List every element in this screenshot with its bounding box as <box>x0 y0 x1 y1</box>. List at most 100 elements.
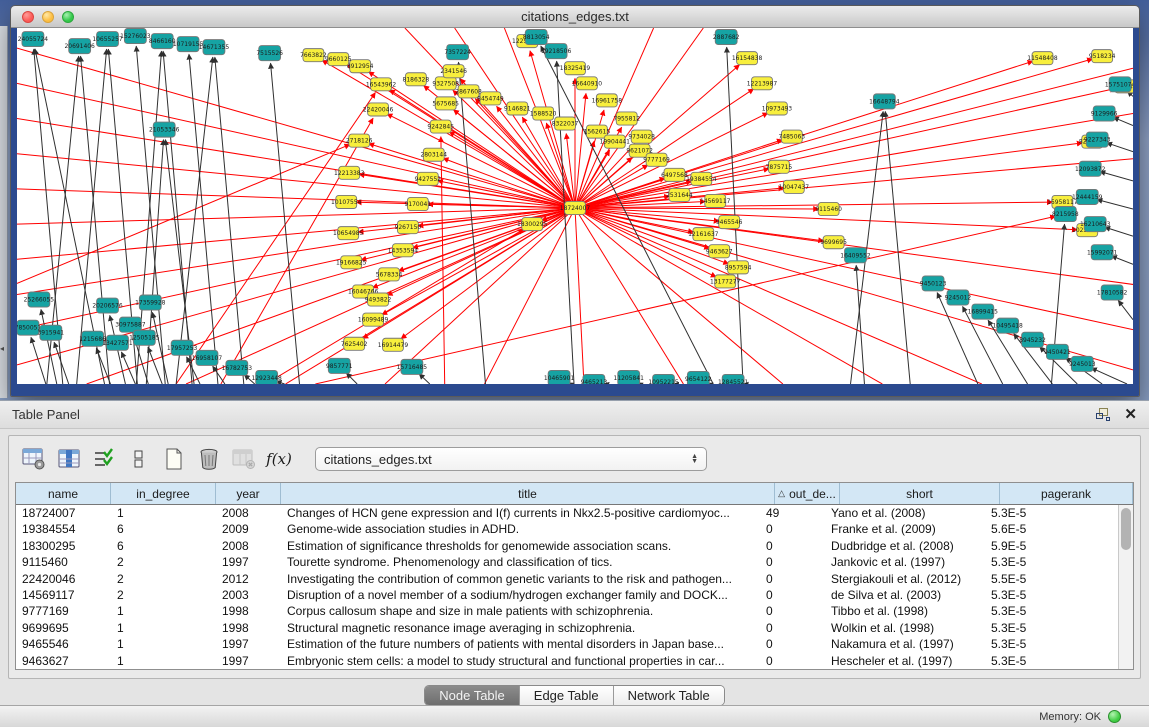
graph-node[interactable]: 19904441 <box>600 135 631 148</box>
graph-node[interactable]: 10047437 <box>779 180 810 193</box>
column-header-out_de[interactable]: △out_de... <box>775 483 840 504</box>
close-window-icon[interactable] <box>22 11 34 23</box>
function-builder-icon[interactable]: f(x) <box>266 446 292 472</box>
graph-node[interactable]: 19166825 <box>336 256 367 269</box>
graph-node[interactable]: 16409552 <box>840 248 871 263</box>
column-header-pagerank[interactable]: pagerank <box>1000 483 1133 504</box>
graph-node[interactable]: 15276023 <box>120 29 151 44</box>
graph-node[interactable]: 14671355 <box>199 40 230 55</box>
graph-node[interactable]: 8945232 <box>1019 332 1046 347</box>
graph-node[interactable]: 8957594 <box>725 261 752 274</box>
graph-node[interactable]: 2531644 <box>666 188 693 201</box>
graph-node[interactable]: 7955812 <box>613 112 640 125</box>
tab-node-table[interactable]: Node Table <box>425 686 520 705</box>
graph-node[interactable]: 9699695 <box>820 236 847 249</box>
graph-node[interactable]: 9129966 <box>1091 106 1118 121</box>
graph-node[interactable]: 10107554 <box>331 195 362 208</box>
graph-node[interactable]: 9146821 <box>504 102 531 115</box>
column-header-short[interactable]: short <box>840 483 1000 504</box>
graph-node[interactable]: 12923448 <box>251 370 282 384</box>
graph-node[interactable]: 2803144 <box>420 148 447 161</box>
graph-node[interactable]: 9654122 <box>685 371 712 384</box>
graph-node[interactable]: 18300295 <box>517 218 548 231</box>
graph-node[interactable]: 12845521 <box>718 374 749 384</box>
graph-node[interactable]: 16782753 <box>222 360 253 375</box>
graph-node[interactable]: 8813054 <box>523 30 550 45</box>
table-row[interactable]: 1830029562008Estimation of significance … <box>16 538 1118 554</box>
graph-node[interactable]: 8186328 <box>403 73 430 86</box>
graph-node[interactable]: 9450421 <box>1044 344 1071 359</box>
graph-node[interactable]: 15751074 <box>1105 77 1133 92</box>
graph-node[interactable]: 16099489 <box>358 313 389 326</box>
graph-node[interactable]: 12444159 <box>1072 189 1103 204</box>
table-row[interactable]: 946554611997Estimation of the future num… <box>16 636 1118 652</box>
graph-node[interactable]: 5675685 <box>432 97 459 110</box>
zoom-window-icon[interactable] <box>62 11 74 23</box>
graph-node[interactable]: 7625402 <box>341 337 368 350</box>
graph-node[interactable]: 8215958 <box>1052 207 1079 222</box>
graph-node[interactable]: 16958107 <box>192 350 223 365</box>
graph-node[interactable]: 25266055 <box>24 292 55 307</box>
graph-node[interactable]: 21053346 <box>149 122 180 137</box>
graph-node[interactable]: 6497568 <box>661 168 688 181</box>
graph-node[interactable]: 9465546 <box>716 216 743 229</box>
table-selector-dropdown[interactable]: citations_edges.txt ▲▼ <box>315 447 707 471</box>
graph-node[interactable]: 16640910 <box>572 77 603 90</box>
graph-node[interactable]: 10952215 <box>648 374 679 384</box>
column-header-in_degree[interactable]: in_degree <box>111 483 216 504</box>
graph-node[interactable]: 8454749 <box>477 92 504 105</box>
graph-node[interactable]: 16899415 <box>968 304 999 319</box>
graph-node[interactable]: 8466160 <box>149 34 176 49</box>
graph-node[interactable]: 12161637 <box>688 228 719 241</box>
tab-network-table[interactable]: Network Table <box>614 686 724 705</box>
graph-node[interactable]: 19384554 <box>686 172 717 185</box>
new-table-icon[interactable] <box>161 446 187 472</box>
graph-node[interactable]: 9267150 <box>395 221 422 234</box>
graph-node[interactable]: 9427552 <box>414 172 441 185</box>
scrollbar-thumb[interactable] <box>1121 508 1131 550</box>
graph-node[interactable]: 9245012 <box>945 290 972 305</box>
graph-node[interactable]: 11205841 <box>614 370 645 384</box>
graph-node[interactable]: 9242845 <box>427 120 454 133</box>
graph-node[interactable]: 9463627 <box>706 245 733 258</box>
graph-node[interactable]: 17957253 <box>167 340 198 355</box>
graph-node[interactable]: 16210643 <box>1080 217 1111 232</box>
control-panel-edge[interactable]: ◂ <box>0 26 8 398</box>
graph-node[interactable]: 8322037 <box>552 117 579 130</box>
graph-node[interactable]: 9170041 <box>405 197 432 210</box>
network-canvas[interactable]: 1872400718300295891295416543962224200462… <box>17 28 1133 384</box>
graph-node[interactable]: 14353594 <box>388 244 419 257</box>
graph-node[interactable]: 19218506 <box>541 44 572 59</box>
panel-collapse-arrow-icon[interactable]: ◂ <box>0 344 4 353</box>
table-row[interactable]: 946362711997Embryonic stem cells: a mode… <box>16 653 1118 669</box>
graph-node[interactable]: 2341546 <box>440 65 467 78</box>
graph-node[interactable]: 7663822 <box>300 49 327 62</box>
graph-node[interactable]: 16648794 <box>869 94 900 109</box>
graph-node[interactable]: 9227343 <box>1084 132 1111 147</box>
delete-table-icon[interactable] <box>231 446 257 472</box>
graph-node[interactable]: 12505185 <box>129 330 160 345</box>
table-settings-icon[interactable] <box>21 446 47 472</box>
graph-node[interactable]: 18325419 <box>560 62 591 75</box>
graph-node[interactable]: 12213383 <box>334 166 365 179</box>
graph-node[interactable]: 11548408 <box>1027 52 1058 65</box>
select-column-icon[interactable] <box>56 446 82 472</box>
graph-node[interactable]: 9465213 <box>581 374 608 384</box>
graph-node[interactable]: 9857771 <box>326 358 353 373</box>
graph-node[interactable]: 10465901 <box>544 370 575 384</box>
graph-node[interactable]: 9734028 <box>628 130 655 143</box>
table-row[interactable]: 2242004622012Investigating the contribut… <box>16 571 1118 587</box>
graph-node[interactable]: 18724007 <box>560 201 591 214</box>
float-panel-icon[interactable] <box>1096 408 1110 421</box>
graph-node[interactable]: 15992071 <box>1087 245 1118 260</box>
graph-node[interactable]: 10495418 <box>992 318 1023 333</box>
delete-rows-icon[interactable] <box>196 446 222 472</box>
column-header-year[interactable]: year <box>216 483 281 504</box>
graph-node[interactable]: 14569117 <box>700 194 731 207</box>
graph-node[interactable]: 9518234 <box>1089 50 1116 63</box>
graph-node[interactable]: 13177277 <box>710 275 741 288</box>
tab-edge-table[interactable]: Edge Table <box>520 686 614 705</box>
graph-node[interactable]: 16154838 <box>732 52 763 65</box>
graph-node[interactable]: 9450123 <box>920 276 947 291</box>
graph-node[interactable]: 9493822 <box>365 293 392 306</box>
